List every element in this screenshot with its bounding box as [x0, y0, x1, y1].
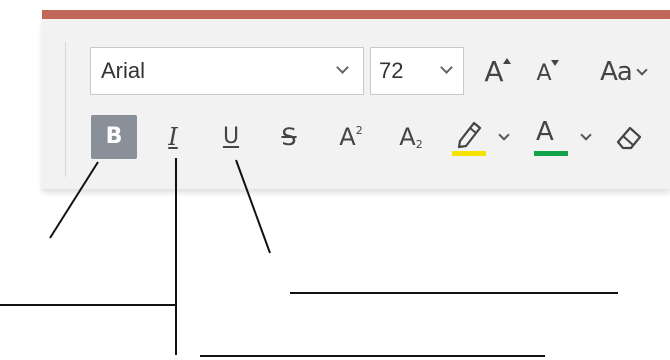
label-lines	[0, 158, 618, 357]
underline-leader-line	[235, 159, 271, 254]
worksheet-figure: Arial 72 A A Aa B I U S A 2 A 2 A	[0, 0, 670, 360]
bold-leader-line	[49, 161, 99, 239]
